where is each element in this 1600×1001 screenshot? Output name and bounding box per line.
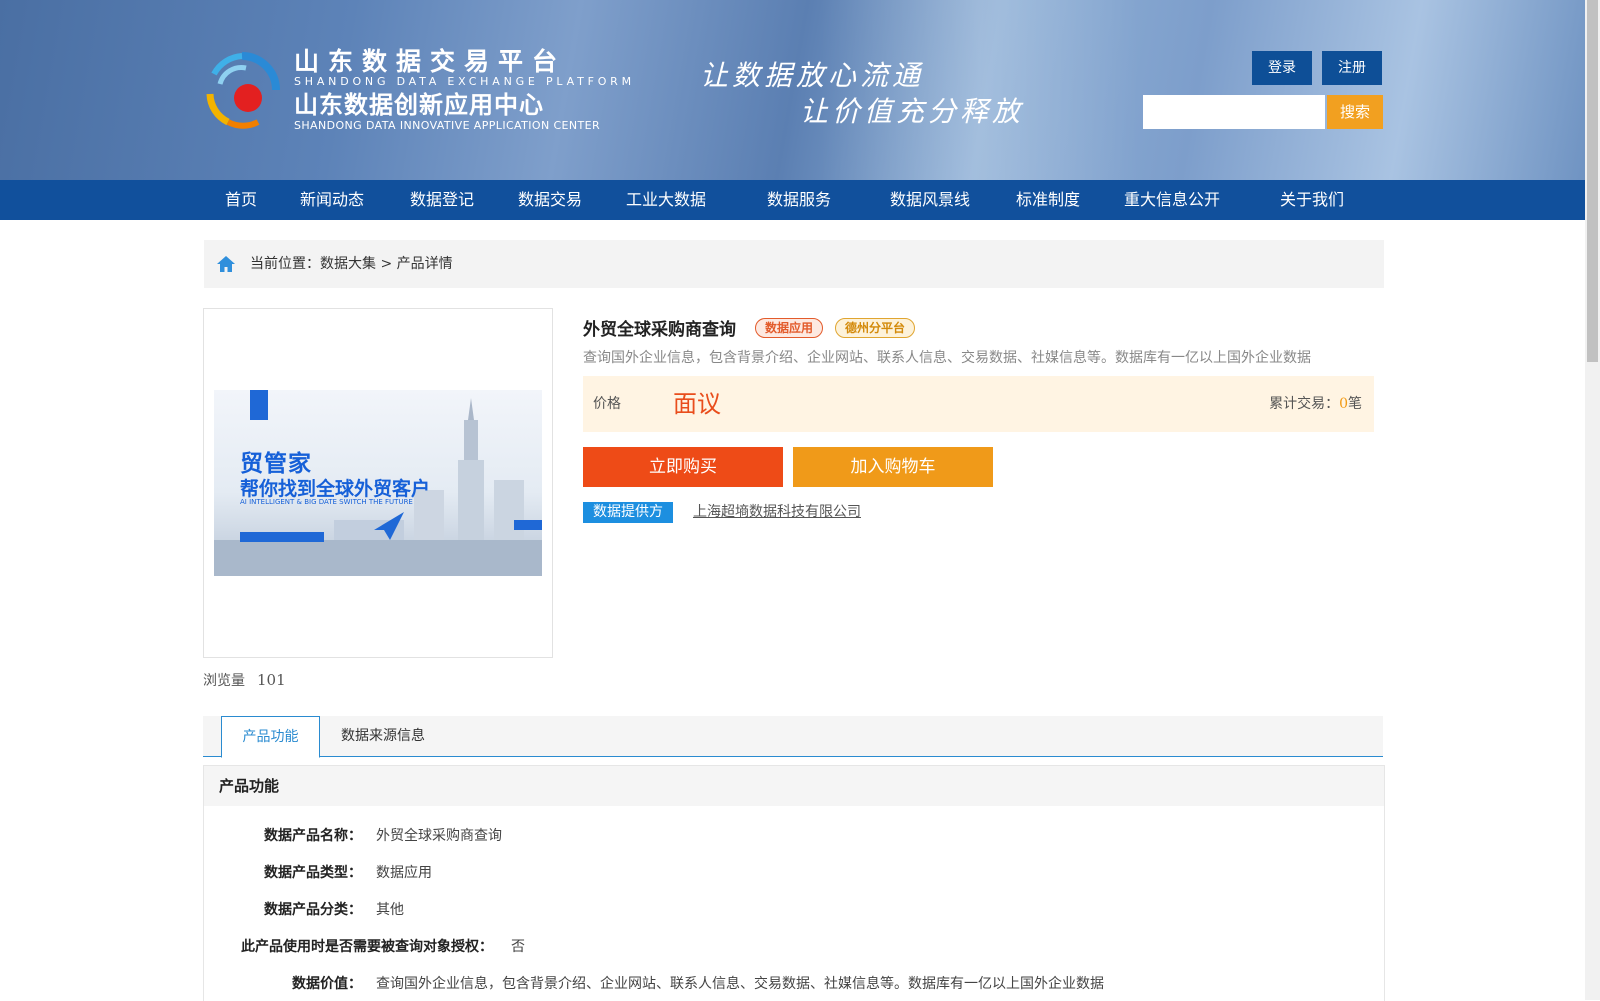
slogan-line-2: 让价值充分释放 bbox=[800, 95, 1025, 128]
nav-item-trading[interactable]: 数据交易 bbox=[518, 180, 582, 220]
scrollbar-thumb[interactable] bbox=[1587, 0, 1598, 362]
register-button[interactable]: 注册 bbox=[1322, 51, 1382, 85]
accumulated-trades: 累计交易：0笔 bbox=[1269, 396, 1362, 412]
price-value: 面议 bbox=[673, 390, 721, 418]
feature-row: 数据产品分类： 其他 bbox=[242, 899, 404, 919]
search-button[interactable]: 搜索 bbox=[1327, 95, 1383, 129]
price-label: 价格 bbox=[593, 396, 621, 412]
view-count-label: 浏览量 bbox=[203, 673, 245, 689]
breadcrumb: 当前位置：数据大集 > 产品详情 bbox=[204, 240, 1384, 288]
product-image: 贸管家 帮你找到全球外贸客户 AI INTELLIGENT & BIG DATE… bbox=[214, 390, 542, 576]
nav-item-industrial-data[interactable]: 工业大数据 bbox=[626, 180, 706, 220]
buy-now-button[interactable]: 立即购买 bbox=[583, 447, 783, 487]
feature-key: 数据产品名称： bbox=[264, 828, 362, 844]
feature-value: 查询国外企业信息，包含背景介绍、企业网站、联系人信息、交易数据、社媒信息等。数据… bbox=[376, 976, 1104, 992]
feature-row: 数据产品类型： 数据应用 bbox=[242, 862, 432, 882]
nav-item-services[interactable]: 数据服务 bbox=[767, 180, 831, 220]
platform-badge: 德州分平台 bbox=[835, 318, 916, 338]
product-description: 查询国外企业信息，包含背景介绍、企业网站、联系人信息、交易数据、社媒信息等。数据… bbox=[583, 350, 1311, 366]
feature-value: 其他 bbox=[376, 902, 404, 918]
main-nav: 首页 新闻动态 数据登记 数据交易 工业大数据 数据服务 数据风景线 标准制度 … bbox=[0, 180, 1585, 220]
platform-name-en: SHANDONG DATA EXCHANGE PLATFORM bbox=[294, 75, 635, 88]
image-tagline: AI INTELLIGENT & BIG DATE SWITCH THE FUT… bbox=[240, 498, 413, 506]
nav-item-about[interactable]: 关于我们 bbox=[1280, 180, 1344, 220]
feature-value: 否 bbox=[511, 939, 525, 955]
product-image-frame: 贸管家 帮你找到全球外贸客户 AI INTELLIGENT & BIG DATE… bbox=[203, 308, 553, 658]
breadcrumb-path[interactable]: 数据大集 > 产品详情 bbox=[320, 256, 453, 272]
provider-label: 数据提供方 bbox=[583, 502, 673, 523]
center-name: 山东数据创新应用中心 bbox=[294, 91, 544, 119]
add-to-cart-button[interactable]: 加入购物车 bbox=[793, 447, 993, 487]
feature-key: 此产品使用时是否需要被查询对象授权： bbox=[241, 939, 493, 955]
breadcrumb-prefix: 当前位置： bbox=[250, 256, 320, 272]
platform-logo-icon bbox=[206, 52, 280, 129]
view-count: 浏览量 101 bbox=[203, 670, 286, 690]
platform-name: 山东数据交易平台 bbox=[294, 47, 567, 76]
product-title: 外贸全球采购商查询 bbox=[583, 320, 736, 340]
search-input[interactable] bbox=[1143, 95, 1325, 129]
nav-item-news[interactable]: 新闻动态 bbox=[300, 180, 364, 220]
product-type-badge: 数据应用 bbox=[755, 318, 824, 338]
view-count-value: 101 bbox=[257, 671, 286, 689]
page-scrollbar[interactable] bbox=[1585, 0, 1600, 1000]
feature-key: 数据产品分类： bbox=[264, 902, 362, 918]
panel-heading: 产品功能 bbox=[219, 777, 280, 795]
feature-value: 外贸全球采购商查询 bbox=[376, 828, 502, 844]
platform-logo-text: 山东数据交易平台 SHANDONG DATA EXCHANGE PLATFORM… bbox=[294, 48, 635, 132]
accumulated-trade-count: 0 bbox=[1339, 396, 1348, 412]
center-name-en: SHANDONG DATA INNOVATIVE APPLICATION CEN… bbox=[294, 119, 601, 132]
slogan-line-1: 让数据放心流通 bbox=[700, 59, 925, 92]
nav-item-registration[interactable]: 数据登记 bbox=[410, 180, 474, 220]
feature-key: 数据产品类型： bbox=[264, 865, 362, 881]
feature-row: 数据产品名称： 外贸全球采购商查询 bbox=[242, 825, 502, 845]
nav-item-disclosure[interactable]: 重大信息公开 bbox=[1124, 180, 1220, 220]
nav-item-standards[interactable]: 标准制度 bbox=[1016, 180, 1080, 220]
nav-item-home[interactable]: 首页 bbox=[225, 180, 257, 220]
image-subline: 帮你找到全球外贸客户 bbox=[240, 478, 431, 500]
login-button[interactable]: 登录 bbox=[1252, 51, 1312, 85]
feature-row: 数据价值： 查询国外企业信息，包含背景介绍、企业网站、联系人信息、交易数据、社媒信… bbox=[242, 973, 1104, 993]
provider-link[interactable]: 上海超墒数据科技有限公司 bbox=[693, 501, 861, 521]
feature-key: 数据价值： bbox=[292, 976, 362, 992]
image-headline: 贸管家 bbox=[240, 451, 312, 477]
tab-data-source[interactable]: 数据来源信息 bbox=[338, 716, 428, 756]
product-features-panel: 产品功能 数据产品名称： 外贸全球采购商查询 数据产品类型： 数据应用 数据产品分类… bbox=[203, 765, 1385, 1001]
site-header: 山东数据交易平台 SHANDONG DATA EXCHANGE PLATFORM… bbox=[0, 0, 1585, 180]
home-icon[interactable] bbox=[216, 254, 236, 274]
nav-item-landscape[interactable]: 数据风景线 bbox=[890, 180, 970, 220]
tab-product-features[interactable]: 产品功能 bbox=[221, 716, 320, 758]
price-panel: 价格 面议 累计交易：0笔 bbox=[583, 376, 1374, 432]
feature-row: 此产品使用时是否需要被查询对象授权： 否 bbox=[241, 936, 525, 956]
feature-value: 数据应用 bbox=[376, 865, 432, 881]
detail-tabs: 产品功能 数据来源信息 bbox=[203, 716, 1383, 758]
